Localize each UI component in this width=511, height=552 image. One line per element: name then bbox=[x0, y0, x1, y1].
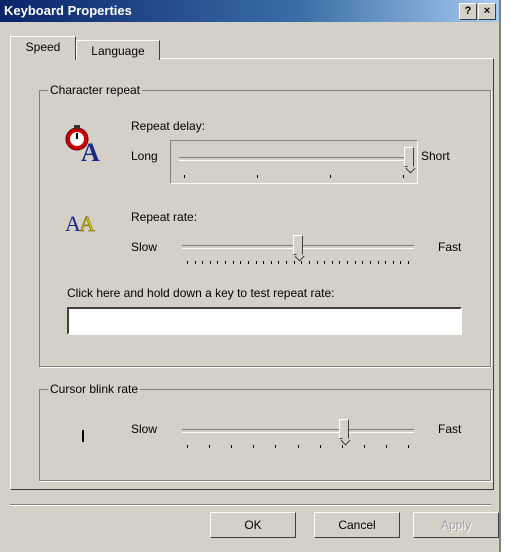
bottom-separator bbox=[10, 504, 491, 506]
slider-tick bbox=[263, 261, 264, 264]
tab-speed-label: Speed bbox=[25, 40, 61, 54]
repeat-delay-max-label: Short bbox=[421, 149, 450, 163]
slider-tick bbox=[378, 261, 379, 264]
repeat-delay-label: Repeat delay: bbox=[131, 119, 206, 133]
repeat-delay-thumb[interactable] bbox=[404, 147, 414, 167]
slider-tick bbox=[248, 261, 249, 264]
slider-tick bbox=[408, 261, 409, 264]
test-repeat-input[interactable] bbox=[67, 307, 462, 335]
repeat-rate-thumb[interactable] bbox=[293, 235, 303, 255]
character-repeat-label: Character repeat bbox=[48, 83, 143, 97]
slider-tick bbox=[195, 261, 196, 264]
tab-language[interactable]: Language bbox=[76, 40, 160, 60]
slider-tick bbox=[355, 261, 356, 264]
slider-tick bbox=[393, 261, 394, 264]
slider-tick bbox=[370, 261, 371, 264]
repeat-delay-ticks bbox=[184, 175, 404, 181]
slider-tick bbox=[210, 261, 211, 264]
repeat-rate-min-label: Slow bbox=[131, 240, 158, 254]
svg-text:A: A bbox=[81, 138, 100, 165]
cursor-blink-min-label: Slow bbox=[131, 422, 158, 436]
window-title: Keyboard Properties bbox=[4, 3, 132, 18]
slider-tick bbox=[385, 261, 386, 264]
title-bar: Keyboard Properties ? × bbox=[0, 0, 499, 22]
slider-tick bbox=[317, 261, 318, 264]
slider-tick bbox=[271, 261, 272, 264]
slider-tick bbox=[202, 261, 203, 264]
cursor-blink-ticks bbox=[187, 445, 409, 451]
slider-tick bbox=[332, 261, 333, 264]
slider-tick bbox=[225, 261, 226, 264]
slider-tick bbox=[233, 261, 234, 264]
repeat-delay-slider[interactable] bbox=[170, 140, 418, 184]
apply-button[interactable]: Apply bbox=[413, 512, 499, 538]
tab-language-label: Language bbox=[91, 44, 145, 58]
slider-tick bbox=[187, 445, 188, 448]
repeat-delay-track bbox=[179, 157, 409, 161]
slider-tick bbox=[330, 175, 331, 178]
cursor-blink-track bbox=[182, 429, 414, 433]
character-repeat-group: Character repeat A Repeat delay: Long Sh… bbox=[39, 83, 491, 367]
slider-tick bbox=[257, 175, 258, 178]
slider-tick bbox=[364, 445, 365, 448]
cursor-blink-group: Cursor blink rate Slow Fast bbox=[39, 382, 491, 481]
slider-tick bbox=[253, 445, 254, 448]
stopwatch-icon: A bbox=[65, 125, 100, 165]
cursor-blink-slider[interactable] bbox=[178, 415, 418, 455]
slider-tick bbox=[209, 445, 210, 448]
test-repeat-label: Click here and hold down a key to test r… bbox=[67, 286, 335, 300]
repeat-delay-min-label: Long bbox=[131, 149, 158, 163]
slider-tick bbox=[298, 445, 299, 448]
cancel-button[interactable]: Cancel bbox=[314, 512, 400, 538]
slider-tick bbox=[320, 445, 321, 448]
repeat-rate-ticks bbox=[187, 261, 409, 267]
slider-tick bbox=[184, 175, 185, 178]
cursor-icon bbox=[82, 430, 84, 442]
slider-tick bbox=[362, 261, 363, 264]
slider-tick bbox=[240, 261, 241, 264]
slider-tick bbox=[256, 261, 257, 264]
close-button[interactable]: × bbox=[478, 3, 496, 20]
slider-tick bbox=[403, 175, 404, 178]
slider-tick bbox=[231, 445, 232, 448]
cursor-blink-label: Cursor blink rate bbox=[48, 382, 141, 396]
slider-tick bbox=[275, 445, 276, 448]
slider-tick bbox=[301, 261, 302, 264]
slider-tick bbox=[217, 261, 218, 264]
slider-tick bbox=[278, 261, 279, 264]
slider-tick bbox=[309, 261, 310, 264]
speed-tab-panel: Character repeat A Repeat delay: Long Sh… bbox=[10, 58, 494, 490]
svg-text:A: A bbox=[79, 211, 95, 236]
repeat-rate-icon: A A bbox=[65, 211, 95, 237]
cursor-blink-max-label: Fast bbox=[438, 422, 462, 436]
keyboard-properties-window: Keyboard Properties ? × Speed Language C… bbox=[0, 0, 501, 552]
repeat-rate-label: Repeat rate: bbox=[131, 210, 198, 224]
help-button[interactable]: ? bbox=[459, 3, 477, 20]
ok-button[interactable]: OK bbox=[210, 512, 296, 538]
tab-speed[interactable]: Speed bbox=[10, 36, 76, 60]
slider-tick bbox=[187, 261, 188, 264]
slider-tick bbox=[324, 261, 325, 264]
slider-tick bbox=[339, 261, 340, 264]
repeat-rate-max-label: Fast bbox=[438, 240, 462, 254]
slider-tick bbox=[347, 261, 348, 264]
slider-tick bbox=[386, 445, 387, 448]
slider-tick bbox=[286, 261, 287, 264]
slider-tick bbox=[400, 261, 401, 264]
repeat-rate-slider[interactable] bbox=[178, 231, 418, 267]
slider-tick bbox=[294, 261, 295, 264]
slider-tick bbox=[342, 445, 343, 448]
cursor-blink-thumb[interactable] bbox=[339, 419, 349, 439]
slider-tick bbox=[408, 445, 409, 448]
